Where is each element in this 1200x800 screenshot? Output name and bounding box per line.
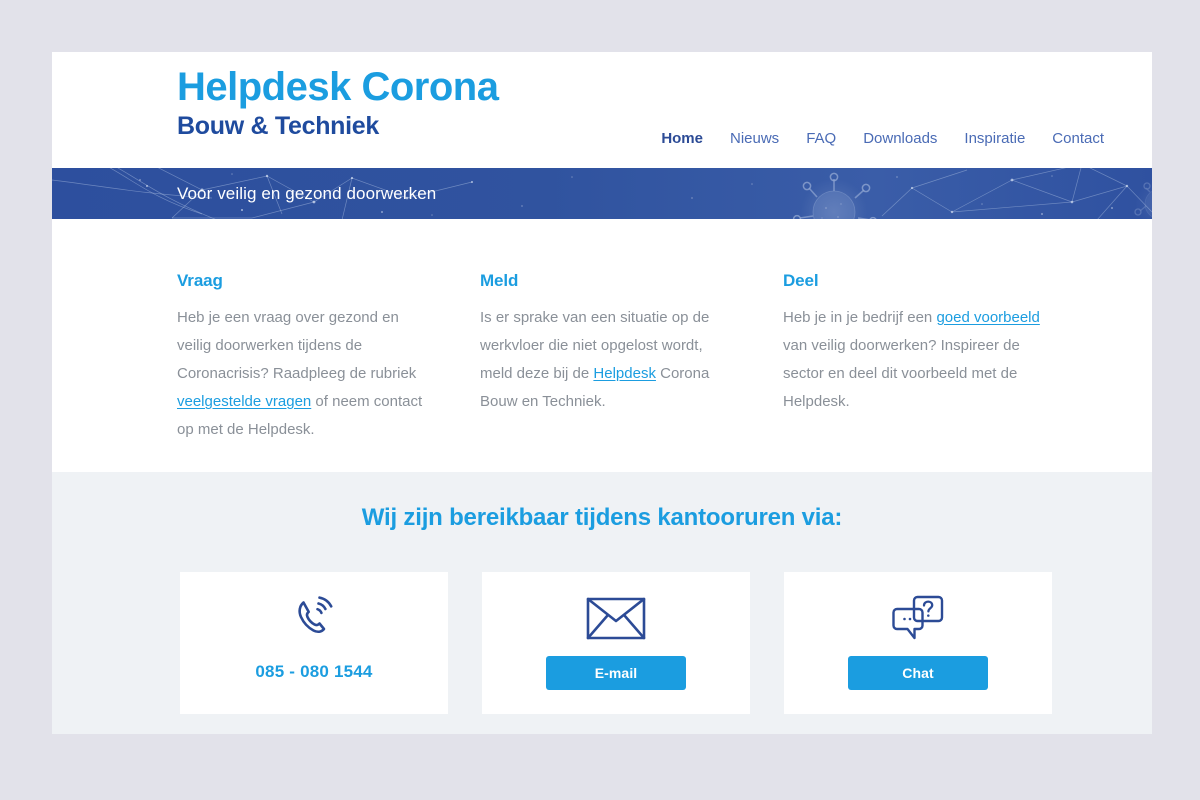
hero-banner: Voor veilig en gezond doorwerken <box>52 168 1152 219</box>
link-veelgestelde-vragen[interactable]: veelgestelde vragen <box>177 393 311 410</box>
nav-item-nieuws[interactable]: Nieuws <box>730 130 779 147</box>
site-page: Helpdesk Corona Bouw & Techniek Home Nie… <box>52 52 1152 734</box>
nav-item-home[interactable]: Home <box>661 130 703 147</box>
contact-section: Wij zijn bereikbaar tijdens kantooruren … <box>52 472 1152 734</box>
column-title: Deel <box>783 271 819 290</box>
column-title: Meld <box>480 271 519 290</box>
intro-section: Vraag Heb je een vraag over gezond en ve… <box>52 219 1152 472</box>
phone-number[interactable]: 085 - 080 1544 <box>255 662 372 682</box>
brand-title-secondary: Bouw & Techniek <box>177 111 380 140</box>
email-button[interactable]: E-mail <box>546 656 686 690</box>
nav-item-faq[interactable]: FAQ <box>806 130 836 147</box>
chat-button[interactable]: Chat <box>848 656 988 690</box>
link-goed-voorbeeld[interactable]: goed voorbeeld <box>936 309 1039 326</box>
intro-columns: Vraag Heb je een vraag over gezond en ve… <box>177 271 1087 444</box>
nav-item-contact[interactable]: Contact <box>1052 130 1104 147</box>
banner-tagline: Voor veilig en gezond doorwerken <box>177 183 437 203</box>
site-header: Helpdesk Corona Bouw & Techniek Home Nie… <box>52 52 1152 168</box>
chat-bubbles-icon <box>891 592 945 644</box>
body-text-segment: Heb je in je bedrijf een <box>783 309 937 326</box>
intro-column-vraag: Vraag Heb je een vraag over gezond en ve… <box>177 271 480 444</box>
link-helpdesk[interactable]: Helpdesk <box>593 365 656 382</box>
phone-icon <box>289 592 339 644</box>
nav-item-downloads[interactable]: Downloads <box>863 130 937 147</box>
column-title: Vraag <box>177 271 223 290</box>
contact-card-email: E-mail <box>482 572 750 714</box>
body-text-segment: Heb je een vraag over gezond en veilig d… <box>177 309 417 382</box>
site-logo[interactable]: Helpdesk Corona Bouw & Techniek <box>177 65 499 141</box>
main-navigation: Home Nieuws FAQ Downloads Inspiratie Con… <box>661 130 1104 147</box>
intro-column-meld: Meld Is er sprake van een situatie op de… <box>480 271 783 444</box>
column-body: Heb je een vraag over gezond en veilig d… <box>177 304 435 444</box>
brand-title-primary: Helpdesk Corona <box>177 65 499 109</box>
contact-card-phone: 085 - 080 1544 <box>180 572 448 714</box>
envelope-icon <box>585 592 647 644</box>
contact-section-title: Wij zijn bereikbaar tijdens kantooruren … <box>361 504 843 531</box>
nav-item-inspiratie[interactable]: Inspiratie <box>964 130 1025 147</box>
column-body: Is er sprake van een situatie op de werk… <box>480 304 738 416</box>
intro-column-deel: Deel Heb je in je bedrijf een goed voorb… <box>783 271 1086 444</box>
contact-cards: 085 - 080 1544 E-mail Chat <box>180 572 1052 714</box>
contact-card-chat: Chat <box>784 572 1052 714</box>
column-body: Heb je in je bedrijf een goed voorbeeld … <box>783 304 1041 416</box>
body-text-segment: van veilig doorwerken? Inspireer de sect… <box>783 337 1020 410</box>
